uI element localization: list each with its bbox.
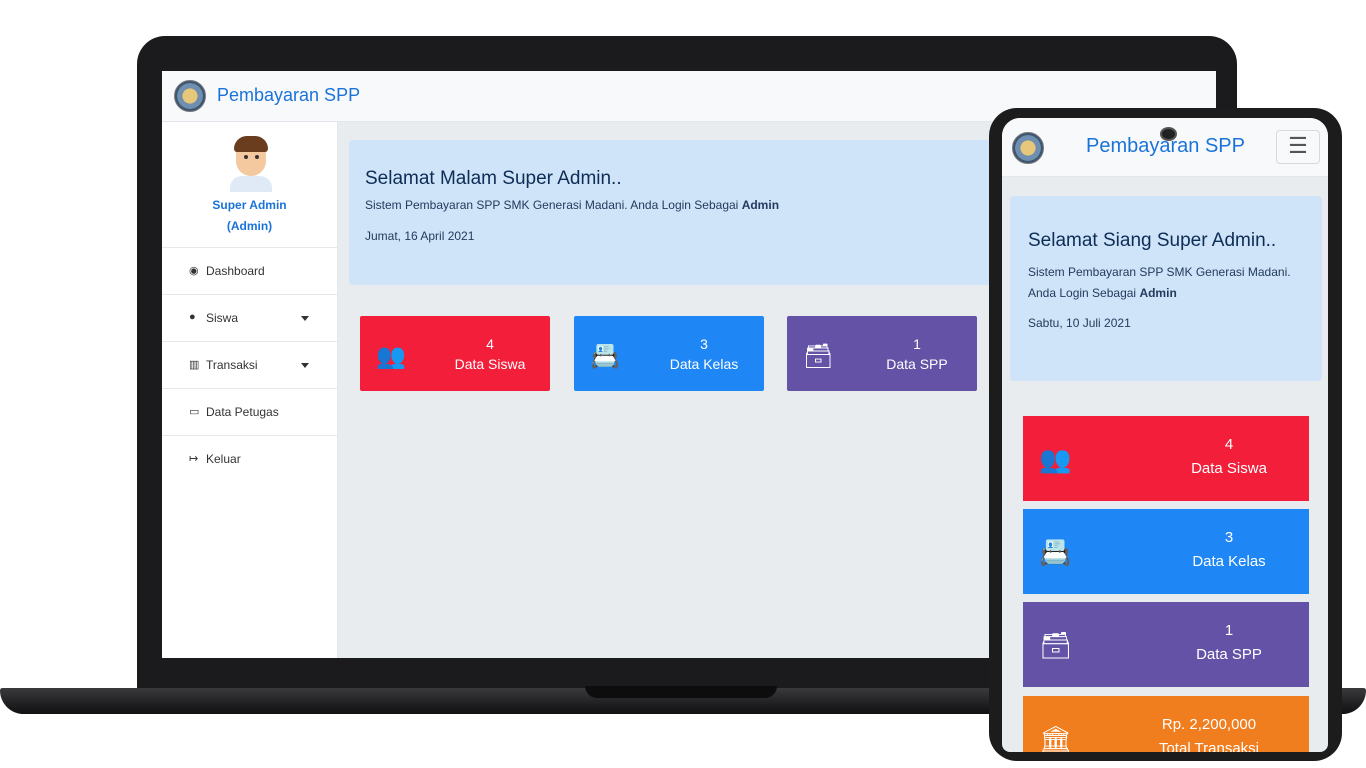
sidebar-item-keluar[interactable]: ↦ Keluar (162, 435, 337, 482)
card-label: Data Siswa (454, 356, 526, 372)
card-data-siswa[interactable]: 👥 4 Data Siswa (360, 316, 550, 391)
dashboard-icon: ◉ (189, 265, 199, 277)
card-value: 3 (700, 336, 708, 352)
sidebar-item-label: Data Petugas (206, 405, 279, 419)
user-name: Super Admin (212, 198, 287, 212)
user-role: (Admin) (226, 219, 273, 233)
camera-icon (1160, 127, 1177, 141)
brand-title[interactable]: Pembayaran SPP (217, 85, 360, 106)
sidebar: Super Admin (Admin) ◉ Dashboard ● Siswa … (162, 122, 338, 658)
card-value: 3 (1224, 529, 1234, 546)
card-value: 4 (1224, 436, 1234, 453)
welcome-date: Jumat, 16 April 2021 (365, 229, 475, 243)
sidebar-item-siswa[interactable]: ● Siswa (162, 294, 337, 341)
card-total-transaksi[interactable]: 🏛 Rp. 2,200,000 Total Transaksi (1023, 696, 1309, 752)
users-icon: 👥 (1039, 444, 1072, 474)
mobile-welcome-panel: Selamat Siang Super Admin.. Sistem Pemba… (1010, 196, 1322, 381)
school-logo-icon[interactable] (1012, 132, 1044, 164)
welcome-date: Sabtu, 10 Juli 2021 (1028, 316, 1131, 330)
welcome-title: Selamat Malam Super Admin.. (365, 168, 622, 189)
sidebar-item-dashboard[interactable]: ◉ Dashboard (162, 247, 337, 294)
hamburger-menu-icon[interactable]: ☰ (1276, 130, 1320, 164)
card-data-spp[interactable]: 🗃 1 Data SPP (1023, 602, 1309, 687)
card-data-siswa[interactable]: 👥 4 Data Siswa (1023, 416, 1309, 501)
card-data-spp[interactable]: 🗃 1 Data SPP (787, 316, 977, 391)
archive-icon: 🗃 (803, 343, 834, 370)
desktop-icon: ▭ (189, 406, 200, 418)
card-value: 4 (486, 336, 494, 352)
sidebar-menu: ◉ Dashboard ● Siswa ▥ Transaksi ▭ Data P… (162, 247, 337, 482)
role-text: Admin (1139, 286, 1177, 300)
sign-out-icon: ↦ (189, 453, 199, 465)
bank-icon: ▥ (189, 359, 200, 371)
role-text: Admin (741, 198, 780, 212)
school-logo-icon[interactable] (174, 80, 206, 112)
laptop-notch (585, 686, 777, 698)
sidebar-item-transaksi[interactable]: ▥ Transaksi (162, 341, 337, 388)
sidebar-item-label: Keluar (206, 452, 241, 466)
address-book-icon: 📇 (590, 343, 620, 370)
users-icon: 👥 (376, 343, 406, 370)
sidebar-item-label: Transaksi (206, 358, 258, 372)
card-data-kelas[interactable]: 📇 3 Data Kelas (574, 316, 764, 391)
card-label: Data SPP (1196, 646, 1262, 663)
welcome-panel: Selamat Malam Super Admin.. Sistem Pemba… (349, 140, 1049, 285)
caret-down-icon (301, 363, 309, 368)
address-book-icon: 📇 (1039, 537, 1072, 567)
bank-icon: 🏛 (1039, 724, 1073, 752)
archive-icon: 🗃 (1039, 630, 1073, 660)
card-label: Data Kelas (1192, 553, 1266, 570)
caret-down-icon (301, 316, 309, 321)
welcome-subtitle: Sistem Pembayaran SPP SMK Generasi Madan… (365, 198, 780, 212)
sidebar-item-label: Siswa (206, 311, 239, 325)
sidebar-item-data-petugas[interactable]: ▭ Data Petugas (162, 388, 337, 435)
card-value: 1 (913, 336, 921, 352)
card-value: 1 (1224, 622, 1234, 639)
card-data-kelas[interactable]: 📇 3 Data Kelas (1023, 509, 1309, 594)
card-label: Total Transaksi (1158, 740, 1260, 752)
user-avatar (230, 136, 272, 192)
card-label: Data Siswa (1191, 460, 1267, 477)
card-value: Rp. 2,200,000 (1161, 716, 1257, 733)
card-label: Data SPP (886, 356, 948, 372)
sidebar-item-label: Dashboard (206, 264, 265, 278)
user-icon: ● (189, 311, 196, 323)
mobile-app: Pembayaran SPP ☰ Selamat Siang Super Adm… (1002, 118, 1328, 752)
card-label: Data Kelas (669, 356, 739, 372)
welcome-subtitle: Sistem Pembayaran SPP SMK Generasi Madan… (1028, 265, 1291, 300)
welcome-title: Selamat Siang Super Admin.. (1028, 230, 1277, 251)
